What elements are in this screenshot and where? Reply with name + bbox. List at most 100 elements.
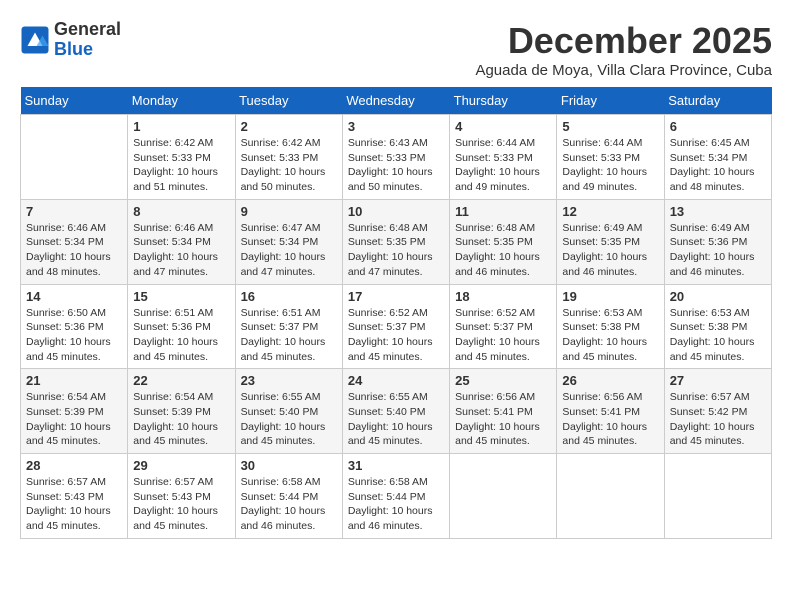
day-number: 18 [455, 289, 551, 304]
day-number: 23 [241, 373, 337, 388]
calendar-cell: 21 Sunrise: 6:54 AMSunset: 5:39 PMDayligh… [21, 369, 128, 454]
day-number: 8 [133, 204, 229, 219]
calendar-cell: 27 Sunrise: 6:57 AMSunset: 5:42 PMDayligh… [664, 369, 771, 454]
day-number: 6 [670, 119, 766, 134]
month-title: December 2025 [475, 20, 772, 62]
day-number: 20 [670, 289, 766, 304]
day-number: 30 [241, 458, 337, 473]
calendar-cell [557, 454, 664, 539]
calendar-cell: 7Sunrise: 6:46 AMSunset: 5:34 PMDaylight… [21, 199, 128, 284]
day-number: 26 [562, 373, 658, 388]
calendar-cell: 1Sunrise: 6:42 AMSunset: 5:33 PMDaylight… [128, 115, 235, 200]
day-info: Sunrise: 6:58 AMSunset: 5:44 PMDaylight:… [241, 475, 337, 534]
header-sunday: Sunday [21, 87, 128, 115]
header: General Blue December 2025 Aguada de Moy… [20, 20, 772, 79]
day-number: 4 [455, 119, 551, 134]
day-number: 15 [133, 289, 229, 304]
calendar-cell: 19Sunrise: 6:53 AMSunset: 5:38 PMDayligh… [557, 284, 664, 369]
calendar-cell: 8 Sunrise: 6:46 AMSunset: 5:34 PMDaylight… [128, 199, 235, 284]
day-info: Sunrise: 6:43 AMSunset: 5:33 PMDaylight:… [348, 136, 444, 195]
calendar-cell: 23 Sunrise: 6:55 AMSunset: 5:40 PMDayligh… [235, 369, 342, 454]
calendar-cell: 3Sunrise: 6:43 AMSunset: 5:33 PMDaylight… [342, 115, 449, 200]
day-number: 11 [455, 204, 551, 219]
calendar-cell: 24 Sunrise: 6:55 AMSunset: 5:40 PMDayligh… [342, 369, 449, 454]
calendar-cell: 17Sunrise: 6:52 AMSunset: 5:37 PMDayligh… [342, 284, 449, 369]
header-saturday: Saturday [664, 87, 771, 115]
day-info: Sunrise: 6:53 AMSunset: 5:38 PMDaylight:… [670, 306, 766, 365]
calendar-cell: 13 Sunrise: 6:49 AMSunset: 5:36 PMDayligh… [664, 199, 771, 284]
header-friday: Friday [557, 87, 664, 115]
day-info: Sunrise: 6:50 AMSunset: 5:36 PMDaylight:… [26, 306, 122, 365]
day-number: 17 [348, 289, 444, 304]
calendar-week-row: 21 Sunrise: 6:54 AMSunset: 5:39 PMDayligh… [21, 369, 772, 454]
calendar-cell: 14 Sunrise: 6:50 AMSunset: 5:36 PMDayligh… [21, 284, 128, 369]
day-number: 12 [562, 204, 658, 219]
logo-icon [20, 25, 50, 55]
calendar-cell: 30 Sunrise: 6:58 AMSunset: 5:44 PMDayligh… [235, 454, 342, 539]
calendar-cell: 18 Sunrise: 6:52 AMSunset: 5:37 PMDayligh… [450, 284, 557, 369]
day-info: Sunrise: 6:56 AMSunset: 5:41 PMDaylight:… [562, 390, 658, 449]
day-info: Sunrise: 6:48 AMSunset: 5:35 PMDaylight:… [348, 221, 444, 280]
calendar-cell: 5Sunrise: 6:44 AMSunset: 5:33 PMDaylight… [557, 115, 664, 200]
logo-general-text: General [54, 19, 121, 39]
calendar-cell: 11 Sunrise: 6:48 AMSunset: 5:35 PMDayligh… [450, 199, 557, 284]
calendar-cell: 15Sunrise: 6:51 AMSunset: 5:36 PMDayligh… [128, 284, 235, 369]
day-number: 28 [26, 458, 122, 473]
day-info: Sunrise: 6:46 AMSunset: 5:34 PMDaylight:… [26, 221, 122, 280]
calendar-cell: 20 Sunrise: 6:53 AMSunset: 5:38 PMDayligh… [664, 284, 771, 369]
day-info: Sunrise: 6:45 AMSunset: 5:34 PMDaylight:… [670, 136, 766, 195]
calendar-cell [664, 454, 771, 539]
calendar-week-row: 1Sunrise: 6:42 AMSunset: 5:33 PMDaylight… [21, 115, 772, 200]
logo: General Blue [20, 20, 121, 60]
day-info: Sunrise: 6:58 AMSunset: 5:44 PMDaylight:… [348, 475, 444, 534]
calendar-cell: 26 Sunrise: 6:56 AMSunset: 5:41 PMDayligh… [557, 369, 664, 454]
day-info: Sunrise: 6:52 AMSunset: 5:37 PMDaylight:… [455, 306, 551, 365]
subtitle: Aguada de Moya, Villa Clara Province, Cu… [475, 62, 772, 79]
day-number: 24 [348, 373, 444, 388]
day-info: Sunrise: 6:48 AMSunset: 5:35 PMDaylight:… [455, 221, 551, 280]
day-info: Sunrise: 6:51 AMSunset: 5:37 PMDaylight:… [241, 306, 337, 365]
day-number: 22 [133, 373, 229, 388]
logo-blue-text: Blue [54, 39, 93, 59]
day-info: Sunrise: 6:56 AMSunset: 5:41 PMDaylight:… [455, 390, 551, 449]
calendar-cell: 10Sunrise: 6:48 AMSunset: 5:35 PMDayligh… [342, 199, 449, 284]
calendar-cell: 31 Sunrise: 6:58 AMSunset: 5:44 PMDayligh… [342, 454, 449, 539]
day-number: 13 [670, 204, 766, 219]
header-tuesday: Tuesday [235, 87, 342, 115]
calendar: Sunday Monday Tuesday Wednesday Thursday… [20, 87, 772, 539]
header-monday: Monday [128, 87, 235, 115]
day-number: 27 [670, 373, 766, 388]
day-info: Sunrise: 6:46 AMSunset: 5:34 PMDaylight:… [133, 221, 229, 280]
calendar-cell: 9 Sunrise: 6:47 AMSunset: 5:34 PMDaylight… [235, 199, 342, 284]
day-info: Sunrise: 6:44 AMSunset: 5:33 PMDaylight:… [455, 136, 551, 195]
calendar-cell: 22 Sunrise: 6:54 AMSunset: 5:39 PMDayligh… [128, 369, 235, 454]
day-info: Sunrise: 6:55 AMSunset: 5:40 PMDaylight:… [241, 390, 337, 449]
calendar-week-row: 28 Sunrise: 6:57 AMSunset: 5:43 PMDayligh… [21, 454, 772, 539]
calendar-cell: 6 Sunrise: 6:45 AMSunset: 5:34 PMDaylight… [664, 115, 771, 200]
day-info: Sunrise: 6:47 AMSunset: 5:34 PMDaylight:… [241, 221, 337, 280]
day-info: Sunrise: 6:57 AMSunset: 5:43 PMDaylight:… [133, 475, 229, 534]
calendar-week-row: 14 Sunrise: 6:50 AMSunset: 5:36 PMDayligh… [21, 284, 772, 369]
day-info: Sunrise: 6:54 AMSunset: 5:39 PMDaylight:… [133, 390, 229, 449]
day-number: 29 [133, 458, 229, 473]
calendar-cell: 12Sunrise: 6:49 AMSunset: 5:35 PMDayligh… [557, 199, 664, 284]
day-number: 21 [26, 373, 122, 388]
day-info: Sunrise: 6:54 AMSunset: 5:39 PMDaylight:… [26, 390, 122, 449]
calendar-cell: 16Sunrise: 6:51 AMSunset: 5:37 PMDayligh… [235, 284, 342, 369]
day-info: Sunrise: 6:57 AMSunset: 5:42 PMDaylight:… [670, 390, 766, 449]
calendar-week-row: 7Sunrise: 6:46 AMSunset: 5:34 PMDaylight… [21, 199, 772, 284]
day-info: Sunrise: 6:57 AMSunset: 5:43 PMDaylight:… [26, 475, 122, 534]
day-info: Sunrise: 6:55 AMSunset: 5:40 PMDaylight:… [348, 390, 444, 449]
header-thursday: Thursday [450, 87, 557, 115]
calendar-cell: 4 Sunrise: 6:44 AMSunset: 5:33 PMDaylight… [450, 115, 557, 200]
day-number: 14 [26, 289, 122, 304]
day-number: 9 [241, 204, 337, 219]
day-number: 31 [348, 458, 444, 473]
day-info: Sunrise: 6:49 AMSunset: 5:36 PMDaylight:… [670, 221, 766, 280]
calendar-cell [450, 454, 557, 539]
calendar-cell: 2Sunrise: 6:42 AMSunset: 5:33 PMDaylight… [235, 115, 342, 200]
calendar-cell: 29 Sunrise: 6:57 AMSunset: 5:43 PMDayligh… [128, 454, 235, 539]
day-info: Sunrise: 6:42 AMSunset: 5:33 PMDaylight:… [241, 136, 337, 195]
calendar-header-row: Sunday Monday Tuesday Wednesday Thursday… [21, 87, 772, 115]
day-info: Sunrise: 6:44 AMSunset: 5:33 PMDaylight:… [562, 136, 658, 195]
